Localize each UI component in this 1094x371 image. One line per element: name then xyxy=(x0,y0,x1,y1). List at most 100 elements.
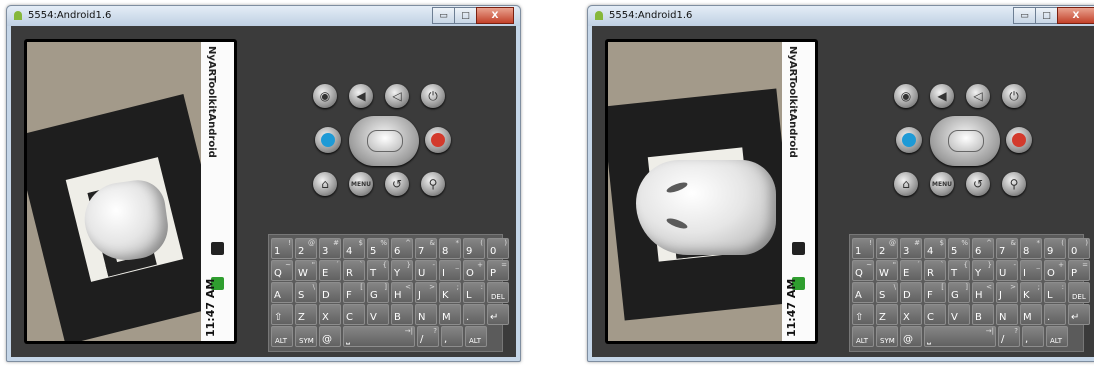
key-3-0[interactable]: ⇧ xyxy=(271,304,293,325)
key-3-6[interactable]: N xyxy=(996,304,1018,325)
key-4-2[interactable]: @ xyxy=(319,326,341,347)
key-4-1[interactable]: SYM xyxy=(295,326,317,347)
back-icon[interactable]: ↺ xyxy=(385,172,409,196)
titlebar[interactable]: 5554:Android1.6 ▭ □ X xyxy=(7,6,520,26)
key-1-8[interactable]: O + xyxy=(1044,260,1066,281)
key-2-5[interactable]: H < xyxy=(391,282,413,303)
key-4-6[interactable]: ALT xyxy=(1046,326,1068,347)
key-3-8[interactable]: . xyxy=(1044,304,1066,325)
key-3-1[interactable]: Z xyxy=(295,304,317,325)
home-icon[interactable]: ⌂ xyxy=(894,172,918,196)
volume-up-icon[interactable]: ◁ xyxy=(966,84,990,108)
key-1-0[interactable]: Q ~ xyxy=(852,260,874,281)
key-3-0[interactable]: ⇧ xyxy=(852,304,874,325)
key-4-2[interactable]: @ xyxy=(900,326,922,347)
key-0-1[interactable]: 2 @ xyxy=(295,238,317,259)
key-1-2[interactable]: E ´ xyxy=(900,260,922,281)
dpad[interactable] xyxy=(349,116,419,166)
key-2-3[interactable]: F[ xyxy=(343,282,365,303)
key-2-7[interactable]: K; xyxy=(1020,282,1042,303)
key-3-5[interactable]: B xyxy=(391,304,413,325)
power-icon[interactable]: ⏻ xyxy=(1002,84,1026,108)
key-1-6[interactable]: U- xyxy=(415,260,437,281)
key-3-3[interactable]: C xyxy=(343,304,365,325)
key-0-6[interactable]: 7 & xyxy=(415,238,437,259)
power-icon[interactable]: ⏻ xyxy=(421,84,445,108)
key-2-2[interactable]: D xyxy=(319,282,341,303)
key-4-4[interactable]: /? xyxy=(417,326,439,347)
key-1-9[interactable]: P = xyxy=(1068,260,1090,281)
dpad-center[interactable] xyxy=(367,130,403,152)
end-call-icon[interactable] xyxy=(1006,127,1032,153)
key-3-9[interactable]: ↵ xyxy=(1068,304,1090,325)
key-0-2[interactable]: 3 # xyxy=(319,238,341,259)
key-3-4[interactable]: V xyxy=(948,304,970,325)
key-3-9[interactable]: ↵ xyxy=(487,304,509,325)
key-4-5[interactable]: , xyxy=(441,326,463,347)
volume-up-icon[interactable]: ◁ xyxy=(385,84,409,108)
key-3-6[interactable]: N xyxy=(415,304,437,325)
key-2-8[interactable]: L: xyxy=(463,282,485,303)
key-1-9[interactable]: P = xyxy=(487,260,509,281)
key-0-4[interactable]: 5% xyxy=(367,238,389,259)
key-2-6[interactable]: J > xyxy=(996,282,1018,303)
key-3-2[interactable]: X xyxy=(900,304,922,325)
key-3-7[interactable]: M xyxy=(439,304,461,325)
key-2-0[interactable]: A xyxy=(271,282,293,303)
minimize-button[interactable]: ▭ xyxy=(432,7,455,24)
key-0-0[interactable]: 1! xyxy=(271,238,293,259)
key-0-7[interactable]: 8 * xyxy=(439,238,461,259)
key-0-3[interactable]: 4 $ xyxy=(924,238,946,259)
key-0-5[interactable]: 6 ^ xyxy=(972,238,994,259)
key-2-4[interactable]: G] xyxy=(367,282,389,303)
search-icon[interactable]: ⚲ xyxy=(421,172,445,196)
key-3-4[interactable]: V xyxy=(367,304,389,325)
key-0-5[interactable]: 6 ^ xyxy=(391,238,413,259)
key-0-1[interactable]: 2 @ xyxy=(876,238,898,259)
call-icon[interactable] xyxy=(315,127,341,153)
key-2-0[interactable]: A xyxy=(852,282,874,303)
maximize-button[interactable]: □ xyxy=(1035,7,1058,24)
key-1-5[interactable]: Y} xyxy=(972,260,994,281)
key-4-5[interactable]: , xyxy=(1022,326,1044,347)
key-1-7[interactable]: I _ xyxy=(439,260,461,281)
key-2-9[interactable]: DEL xyxy=(487,282,509,303)
key-0-3[interactable]: 4 $ xyxy=(343,238,365,259)
key-0-9[interactable]: 0) xyxy=(487,238,509,259)
key-0-4[interactable]: 5% xyxy=(948,238,970,259)
key-2-1[interactable]: S \ xyxy=(295,282,317,303)
dpad-center[interactable] xyxy=(948,130,984,152)
key-3-5[interactable]: B xyxy=(972,304,994,325)
back-icon[interactable]: ↺ xyxy=(966,172,990,196)
key-4-4[interactable]: /? xyxy=(998,326,1020,347)
key-2-9[interactable]: DEL xyxy=(1068,282,1090,303)
key-3-3[interactable]: C xyxy=(924,304,946,325)
key-3-7[interactable]: M xyxy=(1020,304,1042,325)
menu-button[interactable]: MENU xyxy=(930,172,954,196)
device-screen[interactable]: NyARToolkitAndroid 11:47 AM xyxy=(605,39,818,344)
key-3-2[interactable]: X xyxy=(319,304,341,325)
key-4-0[interactable]: ALT xyxy=(852,326,874,347)
key-2-3[interactable]: F[ xyxy=(924,282,946,303)
key-0-7[interactable]: 8 * xyxy=(1020,238,1042,259)
key-2-6[interactable]: J > xyxy=(415,282,437,303)
key-1-6[interactable]: U- xyxy=(996,260,1018,281)
close-button[interactable]: X xyxy=(476,7,514,24)
key-0-8[interactable]: 9( xyxy=(463,238,485,259)
volume-down-icon[interactable]: ◀ xyxy=(930,84,954,108)
key-2-8[interactable]: L: xyxy=(1044,282,1066,303)
key-1-8[interactable]: O + xyxy=(463,260,485,281)
volume-down-icon[interactable]: ◀ xyxy=(349,84,373,108)
key-1-1[interactable]: W " xyxy=(876,260,898,281)
key-3-1[interactable]: Z xyxy=(876,304,898,325)
key-0-8[interactable]: 9( xyxy=(1044,238,1066,259)
call-icon[interactable] xyxy=(896,127,922,153)
camera-icon[interactable]: ◉ xyxy=(313,84,337,108)
key-4-3[interactable]: ⎵ →| xyxy=(924,326,996,347)
end-call-icon[interactable] xyxy=(425,127,451,153)
key-3-8[interactable]: . xyxy=(463,304,485,325)
key-2-2[interactable]: D xyxy=(900,282,922,303)
key-4-0[interactable]: ALT xyxy=(271,326,293,347)
dpad[interactable] xyxy=(930,116,1000,166)
maximize-button[interactable]: □ xyxy=(454,7,477,24)
